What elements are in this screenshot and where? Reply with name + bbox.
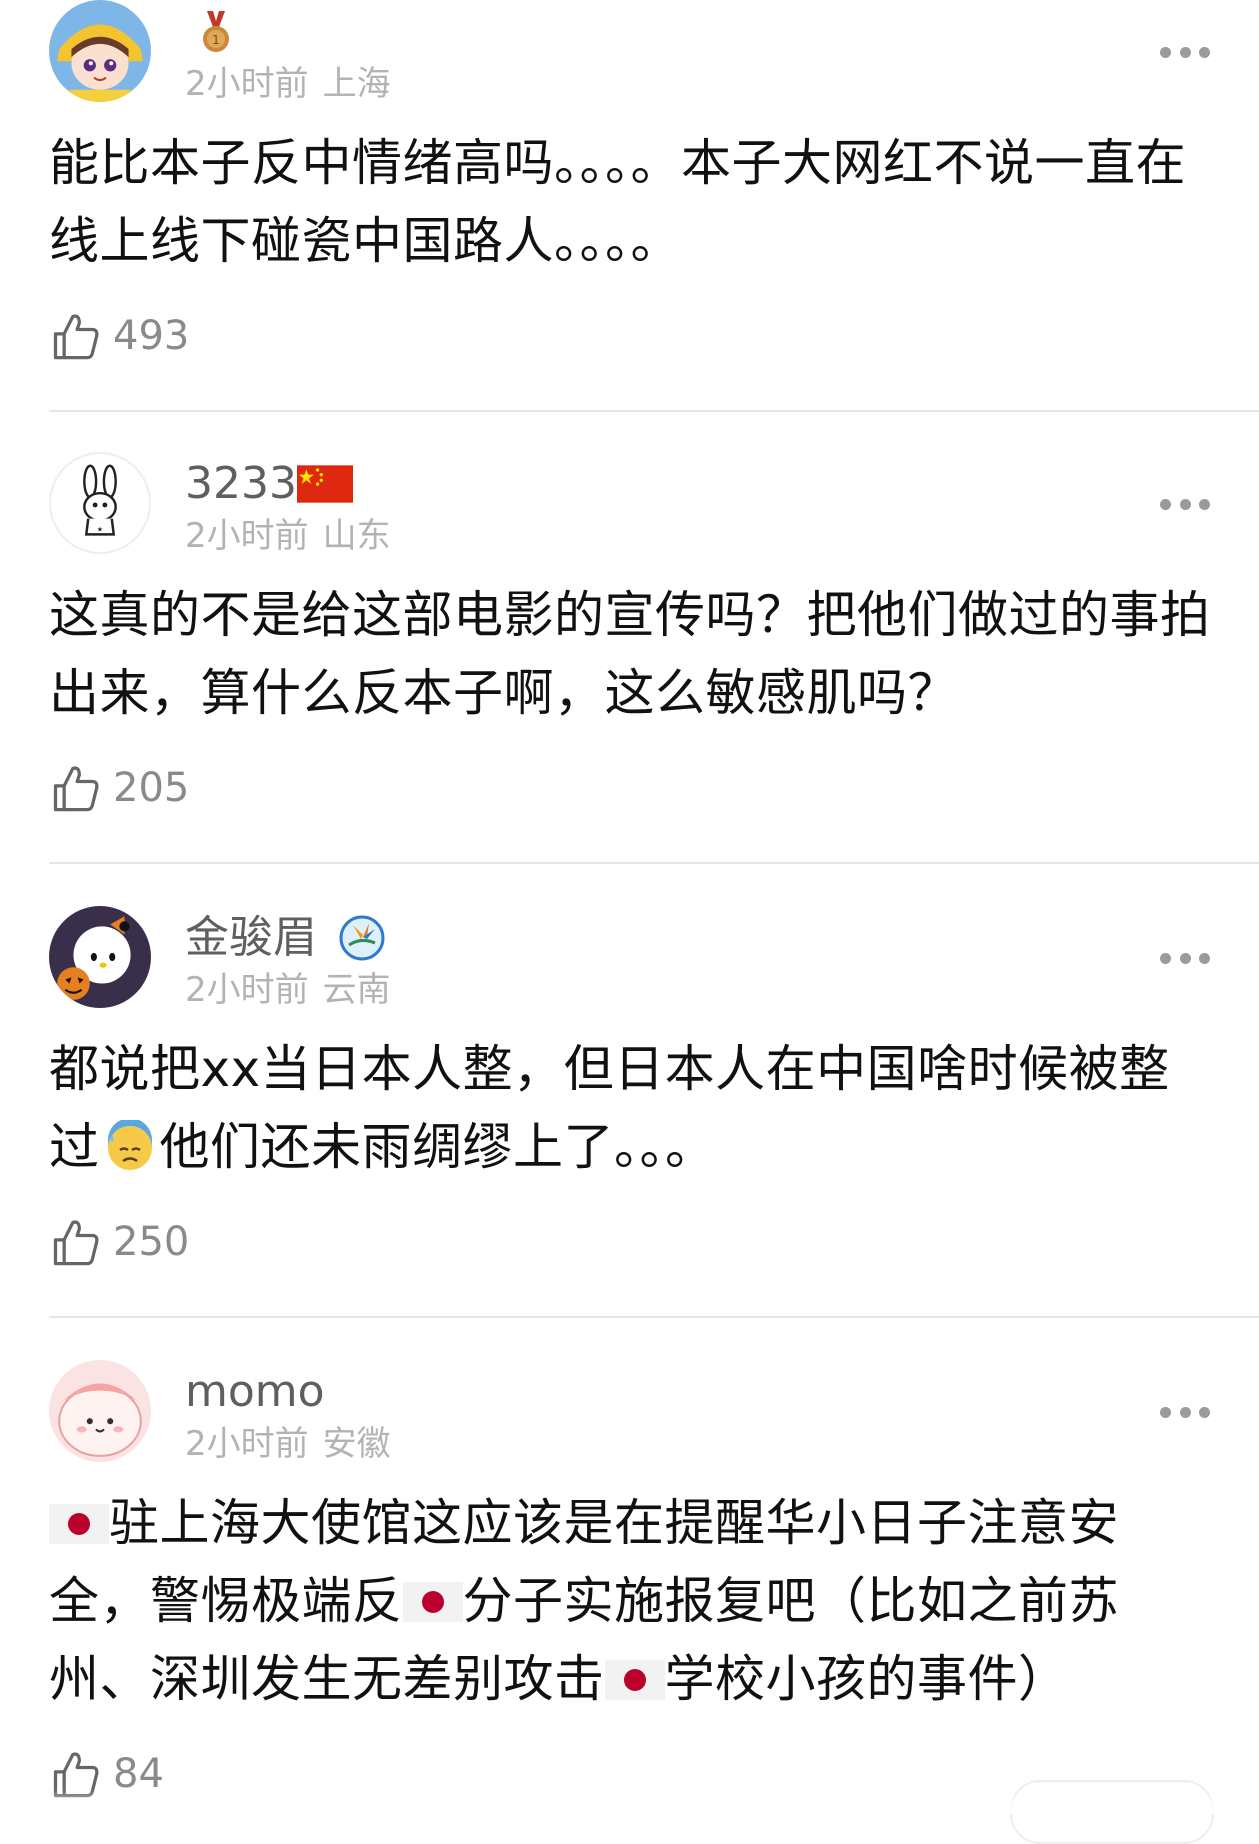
svg-text:1: 1 — [212, 33, 220, 47]
bottom-fade — [0, 1790, 1259, 1814]
like-count: 250 — [113, 1219, 190, 1265]
divider — [49, 1316, 1259, 1318]
thumbs-up-icon — [53, 1220, 99, 1266]
username[interactable]: momo — [185, 1366, 325, 1418]
avatar[interactable] — [49, 906, 151, 1008]
japan-flag-icon — [402, 1582, 463, 1622]
japan-flag-icon — [49, 1504, 109, 1544]
avatar[interactable] — [49, 0, 151, 102]
like-count: 205 — [113, 765, 190, 811]
comment-text: 驻上海大使馆这应该是在提醒华小日子注意安全，警惕极端反 分子实施报复吧（比如之前苏… — [49, 1484, 1219, 1718]
comment-text-part: 他们还未雨绸缪上了。。。 — [159, 1118, 716, 1176]
more-options-icon[interactable] — [1160, 40, 1210, 64]
location: 山东 — [322, 516, 391, 556]
cold-sweat-emoji-icon — [107, 1120, 152, 1170]
name-row: 3233 — [185, 458, 353, 510]
name-row: 金骏眉 — [185, 912, 385, 964]
avatar[interactable]: ★ — [49, 452, 151, 554]
bird-of-paradise-icon — [339, 915, 385, 961]
divider — [49, 862, 1259, 864]
comment-meta: 2小时前 安徽 — [185, 1424, 391, 1464]
more-options-icon[interactable] — [1160, 1400, 1210, 1424]
avatar[interactable] — [49, 1360, 151, 1462]
username[interactable]: 3233 — [185, 458, 297, 510]
username[interactable]: 金骏眉 — [185, 912, 317, 964]
divider — [49, 410, 1259, 412]
more-options-icon[interactable] — [1160, 492, 1210, 516]
svg-text:★: ★ — [97, 525, 103, 533]
thumbs-up-icon — [53, 766, 99, 812]
like-button[interactable]: 205 — [49, 760, 189, 816]
location: 安徽 — [322, 1424, 391, 1464]
timestamp: 2小时前 — [185, 64, 309, 104]
japan-flag-icon — [604, 1660, 665, 1700]
name-row: momo — [185, 1366, 325, 1418]
comment-text-part: 学校小孩的事件） — [664, 1650, 1069, 1708]
timestamp: 2小时前 — [185, 1424, 309, 1464]
comment-text: 能比本子反中情绪高吗。。。。本子大网红不说一直在线上线下碰瓷中国路人。。。。 — [49, 134, 1186, 270]
comment-meta: 2小时前 山东 — [185, 516, 391, 556]
name-row: 1 — [185, 6, 239, 58]
comment-text: 都说把xx当日本人整，但日本人在中国啥时候被整过 他们还未雨绸缪上了。。。 — [49, 1030, 1219, 1186]
like-button[interactable]: 493 — [49, 308, 189, 364]
location: 上海 — [322, 64, 391, 104]
thumbs-up-icon — [53, 314, 99, 360]
like-count: 493 — [113, 313, 190, 359]
comment-text: 这真的不是给这部电影的宣传吗？把他们做过的事拍出来，算什么反本子啊，这么敏感肌吗… — [49, 586, 1211, 722]
like-button[interactable]: 250 — [49, 1214, 189, 1270]
location: 云南 — [322, 970, 391, 1010]
timestamp: 2小时前 — [185, 516, 309, 556]
timestamp: 2小时前 — [185, 970, 309, 1010]
comment-feed: 1 2小时前 上海 能比本子反中情绪高吗。。。。本子大网红不说一直在线上线下碰瓷中… — [0, 0, 1259, 1844]
more-options-icon[interactable] — [1160, 946, 1210, 970]
bronze-medal-icon: 1 — [203, 11, 229, 52]
comment-meta: 2小时前 云南 — [185, 970, 391, 1010]
china-flag-icon — [296, 465, 353, 503]
comment-meta: 2小时前 上海 — [185, 64, 391, 104]
